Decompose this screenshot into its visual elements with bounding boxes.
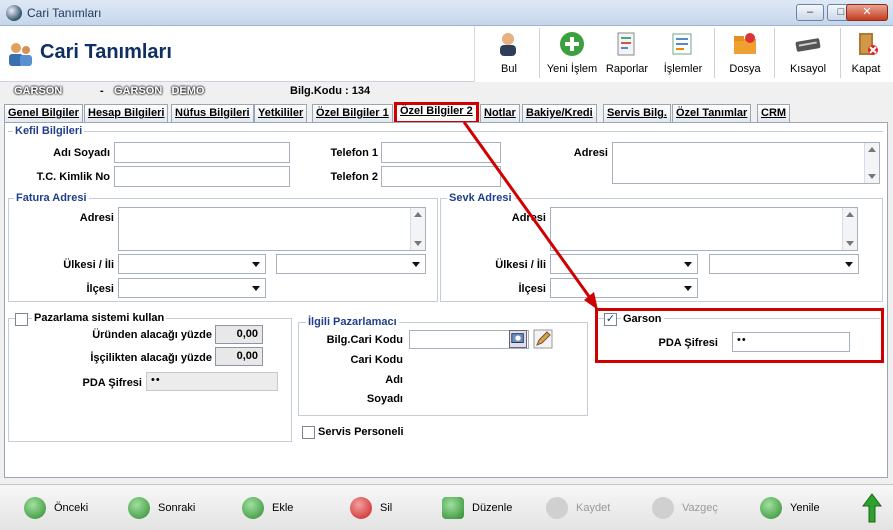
ekle-button[interactable]: Ekle	[242, 497, 293, 519]
duzenle-button[interactable]: Düzenle	[442, 497, 512, 519]
annotation-arrow	[462, 121, 598, 310]
minus-icon	[350, 497, 372, 519]
arrow-up-icon[interactable]	[862, 493, 882, 523]
plus-icon	[242, 497, 264, 519]
yenile-button[interactable]: Yenile	[760, 497, 820, 519]
vazgec-button[interactable]: Vazgeç	[652, 497, 718, 519]
onceki-button[interactable]: Önceki	[24, 497, 88, 519]
arrow-right-icon	[128, 497, 150, 519]
kaydet-button[interactable]: Kaydet	[546, 497, 610, 519]
sil-button[interactable]: Sil	[350, 497, 392, 519]
sonraki-button[interactable]: Sonraki	[128, 497, 195, 519]
edit-icon	[442, 497, 464, 519]
arrow-left-icon	[24, 497, 46, 519]
cancel-x-icon	[652, 497, 674, 519]
checkmark-icon	[546, 497, 568, 519]
bottom-navigation-bar: Önceki Sonraki Ekle Sil Düzenle Kaydet V…	[0, 484, 893, 530]
refresh-icon	[760, 497, 782, 519]
